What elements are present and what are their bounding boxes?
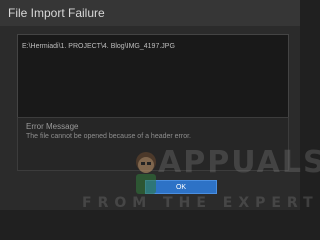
- watermark-brand: APPUALS: [158, 145, 320, 180]
- watermark-tagline: FROM THE EXPERT: [82, 195, 319, 211]
- error-message-text: The file cannot be opened because of a h…: [26, 133, 192, 140]
- dialog-title: File Import Failure: [0, 0, 300, 26]
- error-message-label: Error Message: [26, 122, 79, 131]
- file-import-failure-dialog: File Import Failure E:\Hermiadi\1. PROJE…: [0, 0, 320, 211]
- file-list-item[interactable]: E:\Hermiadi\1. PROJECT\4. Blog\IMG_4197.…: [18, 40, 288, 54]
- failed-files-list[interactable]: E:\Hermiadi\1. PROJECT\4. Blog\IMG_4197.…: [17, 34, 289, 118]
